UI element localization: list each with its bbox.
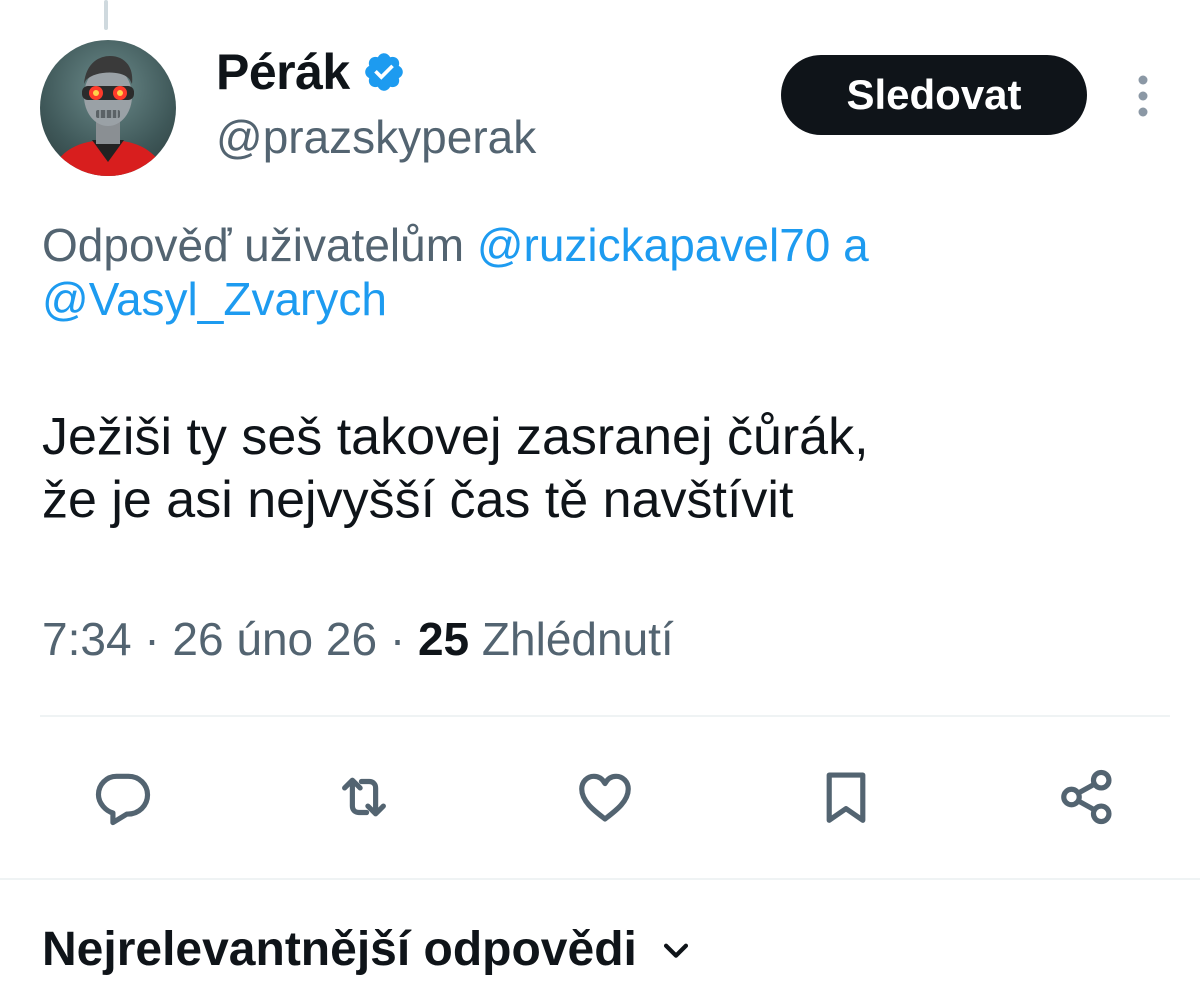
cyborg-portrait-avatar	[50, 56, 166, 176]
share-icon	[1061, 769, 1112, 825]
user-handle[interactable]: @prazskyperak	[216, 110, 536, 164]
chevron-down-icon	[663, 943, 688, 958]
tweet-date[interactable]: 26 úno 26	[172, 613, 377, 665]
action-bar	[0, 762, 1200, 832]
heart-icon	[579, 773, 631, 822]
display-name-row: Pérák	[216, 42, 536, 102]
reply-context-prefix: Odpověď uživatelům	[42, 219, 465, 271]
more-options-icon[interactable]	[1128, 72, 1158, 120]
divider	[40, 715, 1170, 717]
tweet-text: Ježiši ty seš takovej zasranej čůrák, že…	[42, 408, 869, 529]
views-label: Zhlédnutí	[481, 613, 674, 665]
replies-sort-dropdown[interactable]: Nejrelevantnější odpovědi	[42, 922, 693, 977]
thread-connector-line	[104, 0, 108, 30]
verified-badge-icon[interactable]	[362, 50, 406, 94]
share-button[interactable]	[1052, 762, 1122, 832]
like-button[interactable]	[570, 762, 640, 832]
tweet-meta: 7:34 · 26 úno 26 · 25 Zhlédnutí	[42, 612, 674, 666]
reply-context-joiner: a	[843, 219, 869, 271]
replies-sort-label: Nejrelevantnější odpovědi	[42, 923, 637, 976]
bookmark-icon	[826, 772, 866, 823]
meta-separator: ·	[144, 613, 160, 665]
mention-link-vasyl-zvarych[interactable]: @Vasyl_Zvarych	[42, 273, 387, 325]
display-name[interactable]: Pérák	[216, 43, 350, 101]
views-count: 25	[417, 613, 470, 665]
meta-separator: ·	[389, 613, 406, 665]
tweet-time[interactable]: 7:34	[42, 613, 132, 665]
retweet-arrows-icon	[342, 777, 386, 817]
author-block: Pérák @prazskyperak	[216, 42, 536, 164]
mention-link-ruzickapavel70[interactable]: @ruzickapavel70	[477, 219, 831, 271]
reply-context: Odpověď uživatelům @ruzickapavel70 a @Va…	[42, 218, 1162, 326]
avatar[interactable]	[40, 40, 176, 176]
speech-bubble-icon	[95, 773, 151, 826]
follow-button[interactable]: Sledovat	[781, 55, 1087, 135]
bookmark-button[interactable]	[811, 762, 881, 832]
retweet-button[interactable]	[329, 762, 399, 832]
divider	[0, 878, 1200, 880]
reply-button[interactable]	[88, 762, 158, 832]
